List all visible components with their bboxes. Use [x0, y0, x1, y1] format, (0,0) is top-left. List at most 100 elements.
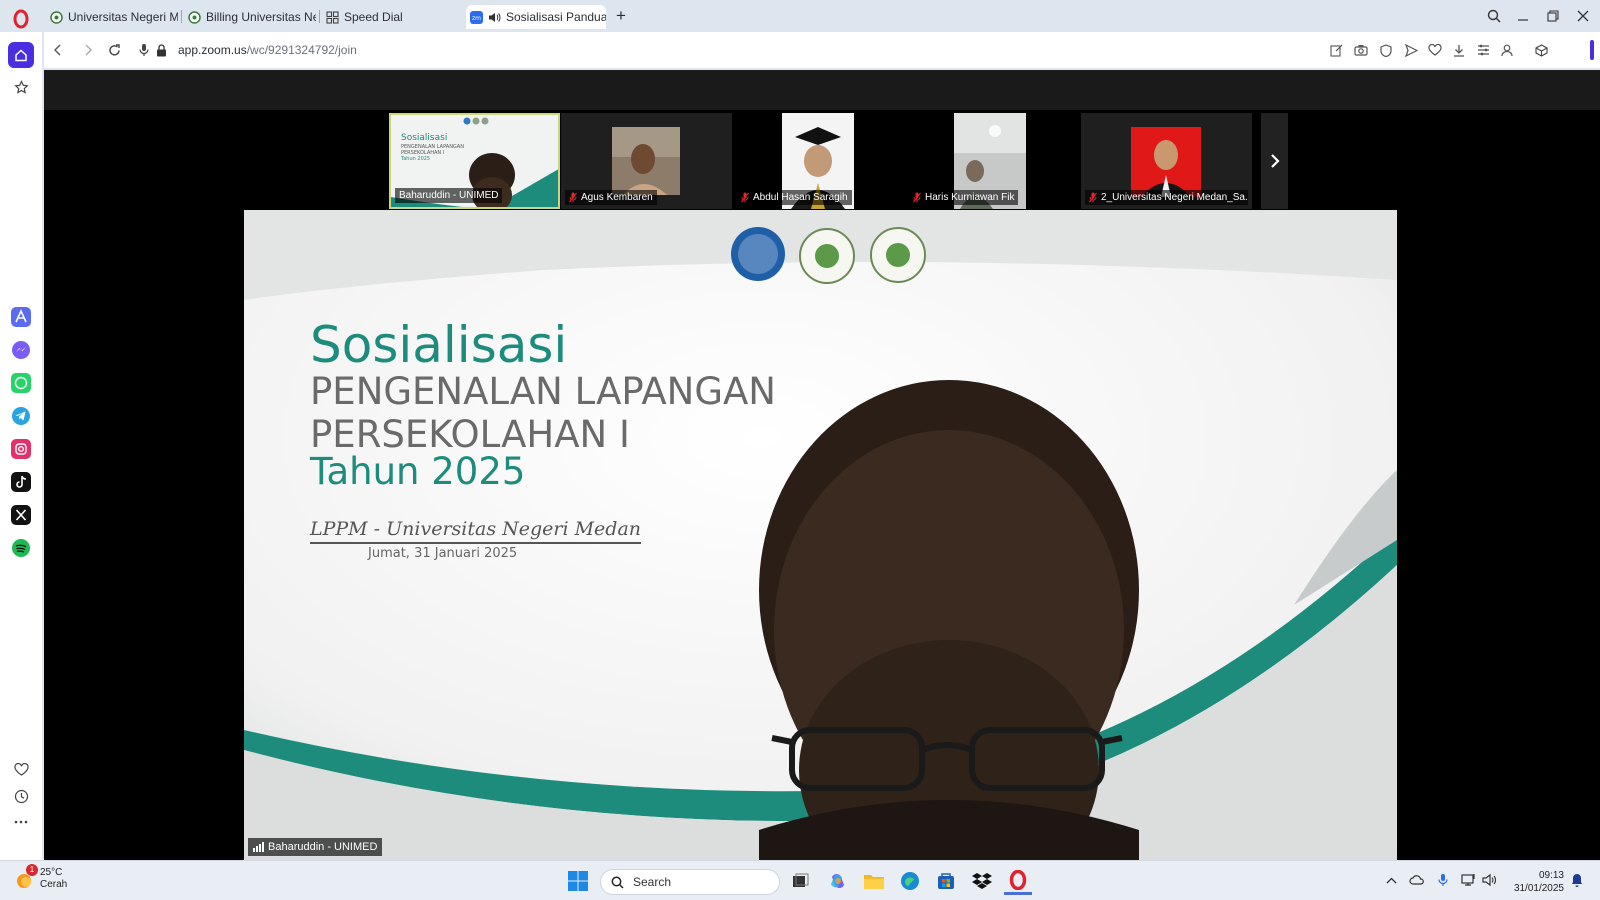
participant-name-tag: Baharuddin - UNIMED — [395, 188, 503, 203]
notification-badge: 1 — [26, 864, 38, 876]
participant-thumb[interactable]: Sosialisasi PENGENALAN LAPANGAN PERSEKOL… — [389, 113, 560, 209]
lock-icon[interactable] — [151, 40, 171, 60]
tab-search-icon[interactable] — [1483, 5, 1505, 27]
profile-icon[interactable] — [1498, 41, 1516, 59]
clock-time: 09:13 — [1538, 870, 1564, 881]
forward-button[interactable] — [78, 40, 98, 60]
participant-thumb[interactable]: Haris Kurniawan Fik — [905, 113, 1076, 209]
url-domain: app.zoom.us — [178, 43, 247, 57]
thumb-slide-title: Sosialisasi — [401, 133, 448, 143]
mic-muted-icon — [913, 192, 921, 203]
thumb-slide-line3: Tahun 2025 — [401, 156, 431, 162]
shield-icon[interactable] — [1377, 41, 1395, 59]
weather-sun-icon: 1 — [14, 864, 38, 889]
messenger-icon[interactable] — [8, 337, 34, 363]
dropbox-icon[interactable] — [968, 867, 996, 895]
speaker-name: Baharuddin - UNIMED — [268, 841, 378, 853]
tab-title: Universitas Negeri Medan — [68, 10, 178, 24]
slide-date: Jumat, 31 Januari 2025 — [368, 546, 518, 561]
mic-muted-icon — [1089, 192, 1097, 203]
opera-taskbar-icon[interactable] — [1004, 867, 1032, 895]
slide-org: LPPM - Universitas Negeri Medan — [310, 518, 642, 544]
history-icon[interactable] — [8, 783, 34, 809]
tab-divider — [319, 10, 320, 23]
tab-speed-dial[interactable]: Speed Dial — [322, 5, 454, 29]
slide-line1: PENGENALAN LAPANGAN — [310, 370, 776, 413]
signal-bars-icon — [253, 842, 264, 852]
weather-desc: Cerah — [40, 879, 68, 890]
download-icon[interactable] — [1450, 41, 1468, 59]
copilot-icon[interactable] — [824, 867, 852, 895]
participant-name-tag: 2_Universitas Negeri Medan_Sa... — [1085, 190, 1248, 205]
zoom-favicon-icon: zm — [470, 10, 483, 24]
participant-name: 2_Universitas Negeri Medan_Sa... — [1101, 192, 1248, 203]
participant-name: Abdul Hasan Saragih — [753, 192, 848, 203]
tab-billing-universitas[interactable]: Billing Universitas Negeri N — [184, 5, 316, 29]
heart-icon[interactable] — [8, 756, 34, 782]
active-speaker-tag: Baharuddin - UNIMED — [248, 838, 383, 856]
url-path: /wc/9291324792/join — [246, 43, 357, 57]
url-field[interactable]: app.zoom.us/wc/9291324792/join — [178, 43, 357, 57]
new-tab-button[interactable]: + — [612, 6, 630, 26]
opera-logo-icon[interactable] — [10, 8, 32, 30]
bookmark-star-icon[interactable] — [8, 74, 34, 100]
cube-icon[interactable] — [1532, 41, 1550, 59]
unimed-favicon-icon — [188, 10, 201, 24]
send-icon[interactable] — [1402, 41, 1420, 59]
tab-title: Sosialisasi Panduan Ke — [506, 10, 606, 24]
tab-title: Speed Dial — [344, 10, 403, 24]
windows-logo-icon — [568, 871, 588, 891]
camera-snapshot-icon[interactable] — [1352, 41, 1370, 59]
instagram-icon[interactable] — [8, 436, 34, 462]
spotify-icon[interactable] — [8, 535, 34, 561]
grid-icon — [326, 10, 339, 24]
task-view-icon[interactable] — [786, 867, 814, 895]
minimize-button[interactable] — [1512, 5, 1534, 27]
restore-button[interactable] — [1542, 5, 1564, 27]
speaker-audio-icon[interactable] — [488, 11, 501, 24]
browser-sidebar — [0, 32, 42, 860]
easy-setup-icon[interactable] — [1474, 41, 1492, 59]
reload-button[interactable] — [104, 40, 124, 60]
next-participants-button[interactable] — [1261, 113, 1288, 209]
start-button[interactable] — [564, 867, 592, 895]
edit-icon[interactable] — [1327, 41, 1345, 59]
show-hidden-icons-chevron[interactable] — [1382, 871, 1400, 889]
system-clock[interactable]: 09:13 31/01/2025 — [1512, 869, 1564, 895]
taskbar-search[interactable]: Search — [600, 869, 780, 895]
zoom-top-bar — [44, 70, 1600, 110]
participant-name: Haris Kurniawan Fik — [925, 192, 1015, 203]
onedrive-cloud-icon[interactable] — [1408, 871, 1426, 889]
participant-thumb[interactable]: Agus Kembaren — [561, 113, 732, 209]
home-icon[interactable] — [8, 42, 34, 68]
weather-widget[interactable]: 1 25°C Cerah — [14, 864, 68, 891]
network-icon[interactable] — [1460, 871, 1478, 889]
close-window-button[interactable] — [1572, 5, 1594, 27]
slide-title: Sosialisasi — [310, 316, 568, 374]
mic-muted-icon — [741, 192, 749, 203]
aria-icon[interactable] — [8, 304, 34, 330]
tab-sosialisasi-zoom[interactable]: zm Sosialisasi Panduan Ke — [466, 5, 606, 29]
file-explorer-icon[interactable] — [860, 867, 888, 895]
back-button[interactable] — [48, 40, 68, 60]
weather-temp: 25°C — [40, 867, 63, 878]
participant-thumb[interactable]: 2_Universitas Negeri Medan_Sa... — [1081, 113, 1252, 209]
whatsapp-icon[interactable] — [8, 370, 34, 396]
heart-icon[interactable] — [1426, 41, 1444, 59]
volume-icon[interactable] — [1481, 871, 1499, 889]
search-icon — [611, 876, 624, 889]
edge-browser-icon[interactable] — [896, 867, 924, 895]
participant-thumb[interactable]: Abdul Hasan Saragih — [733, 113, 904, 209]
participant-name-tag: Agus Kembaren — [565, 190, 657, 205]
more-icon[interactable] — [8, 809, 34, 835]
notification-bell-icon[interactable] — [1568, 871, 1586, 889]
microsoft-store-icon[interactable] — [932, 867, 960, 895]
tiktok-icon[interactable] — [8, 469, 34, 495]
address-bar: app.zoom.us/wc/9291324792/join — [44, 32, 1600, 68]
telegram-icon[interactable] — [8, 403, 34, 429]
x-icon[interactable] — [8, 502, 34, 528]
participant-name: Agus Kembaren — [581, 192, 653, 203]
main-speaker-video[interactable]: Sosialisasi PENGENALAN LAPANGAN PERSEKOL… — [244, 210, 1397, 860]
microphone-tray-icon[interactable] — [1434, 871, 1452, 889]
tab-universitas-negeri-medan[interactable]: Universitas Negeri Medan — [46, 5, 178, 29]
